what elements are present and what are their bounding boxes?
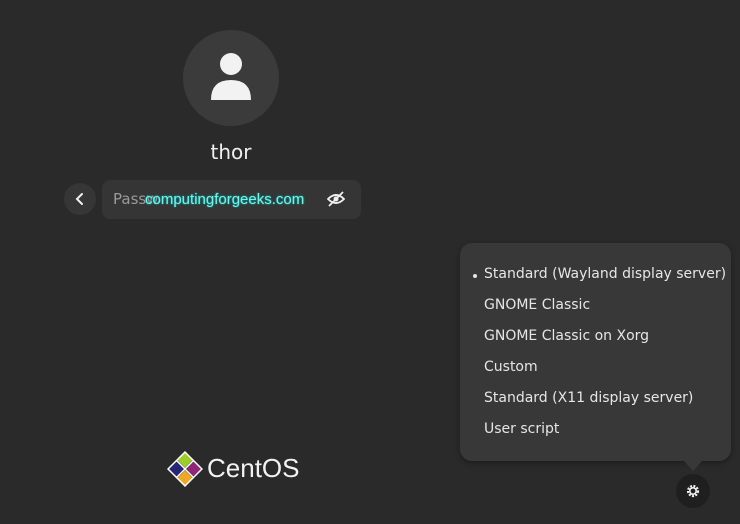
username-label: thor — [210, 140, 252, 164]
session-option-custom[interactable]: Custom — [460, 352, 731, 383]
session-option-label: GNOME Classic on Xorg — [484, 328, 650, 344]
session-option-label: GNOME Classic — [484, 297, 591, 313]
session-menu: Standard (Wayland display server) GNOME … — [460, 243, 731, 461]
watermark-text: computingforgeeks.com — [145, 191, 305, 208]
user-avatar — [183, 30, 279, 126]
user-avatar-icon — [211, 53, 251, 100]
reveal-password-button[interactable] — [326, 191, 346, 211]
eye-slash-icon — [326, 191, 346, 207]
brand-name: CentOS — [207, 453, 300, 483]
session-option-gnome-classic[interactable]: GNOME Classic — [460, 290, 731, 321]
session-option-standard-wayland[interactable]: Standard (Wayland display server) — [460, 259, 731, 290]
menu-pointer — [683, 460, 703, 471]
session-option-label: Standard (Wayland display server) — [484, 266, 727, 282]
session-option-label: Standard (X11 display server) — [484, 390, 694, 406]
gear-icon — [686, 484, 700, 498]
centos-logo-icon — [166, 450, 204, 488]
back-button[interactable] — [64, 183, 96, 215]
session-settings-button[interactable] — [676, 474, 710, 508]
chevron-left-icon — [75, 193, 83, 205]
centos-logo — [166, 450, 204, 491]
session-option-user-script[interactable]: User script — [460, 414, 731, 445]
session-option-label: Custom — [484, 359, 538, 375]
session-option-standard-x11[interactable]: Standard (X11 display server) — [460, 383, 731, 414]
selected-indicator-icon — [473, 274, 477, 278]
session-option-gnome-classic-xorg[interactable]: GNOME Classic on Xorg — [460, 321, 731, 352]
session-option-label: User script — [484, 421, 560, 437]
